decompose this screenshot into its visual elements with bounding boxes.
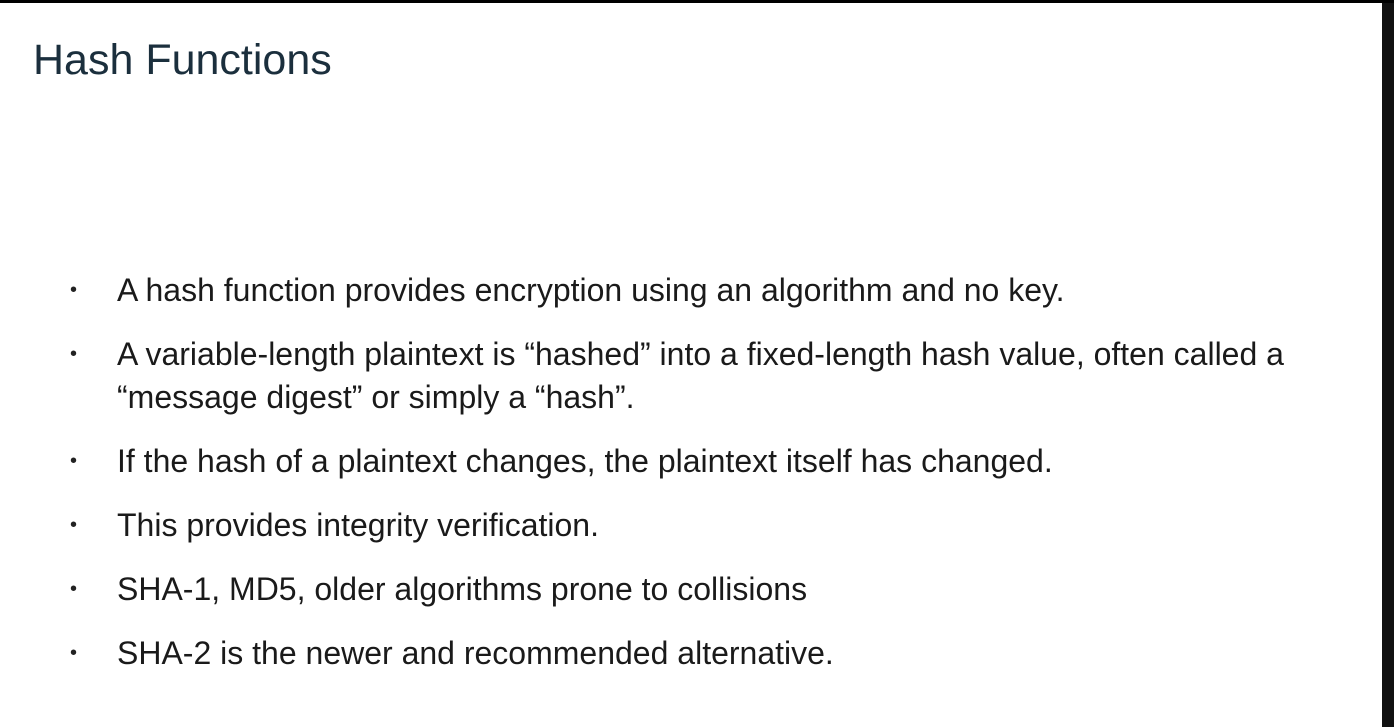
bullet-dot-icon: • (70, 642, 78, 664)
bullet-text: If the hash of a plaintext changes, the … (117, 443, 1053, 479)
bullet-dot-icon: • (70, 578, 78, 600)
bullet-item-integrity: • This provides integrity verification. (0, 504, 1382, 547)
bullet-item-sha1-md5: • SHA-1, MD5, older algorithms prone to … (0, 568, 1382, 611)
bullet-text: A variable-length plaintext is “hashed” … (117, 336, 1284, 415)
bullet-item-hash-changes: • If the hash of a plaintext changes, th… (0, 440, 1382, 483)
bullet-dot-icon: • (70, 343, 78, 365)
bullet-text: SHA-1, MD5, older algorithms prone to co… (117, 571, 808, 607)
bullet-list: • A hash function provides encryption us… (0, 269, 1382, 696)
bullet-dot-icon: • (70, 450, 78, 472)
bullet-text: SHA-2 is the newer and recommended alter… (117, 635, 834, 671)
bullet-dot-icon: • (70, 279, 78, 301)
slide: Hash Functions • A hash function provide… (0, 3, 1382, 727)
bullet-dot-icon: • (70, 514, 78, 536)
bullet-item-hash-function: • A hash function provides encryption us… (0, 269, 1382, 312)
slide-title: Hash Functions (33, 36, 332, 84)
window-frame-edge (1382, 3, 1394, 727)
bullet-item-sha2: • SHA-2 is the newer and recommended alt… (0, 632, 1382, 675)
bullet-text: A hash function provides encryption usin… (117, 272, 1065, 308)
bullet-item-variable-length: • A variable-length plaintext is “hashed… (0, 333, 1382, 419)
bullet-text: This provides integrity verification. (117, 507, 599, 543)
